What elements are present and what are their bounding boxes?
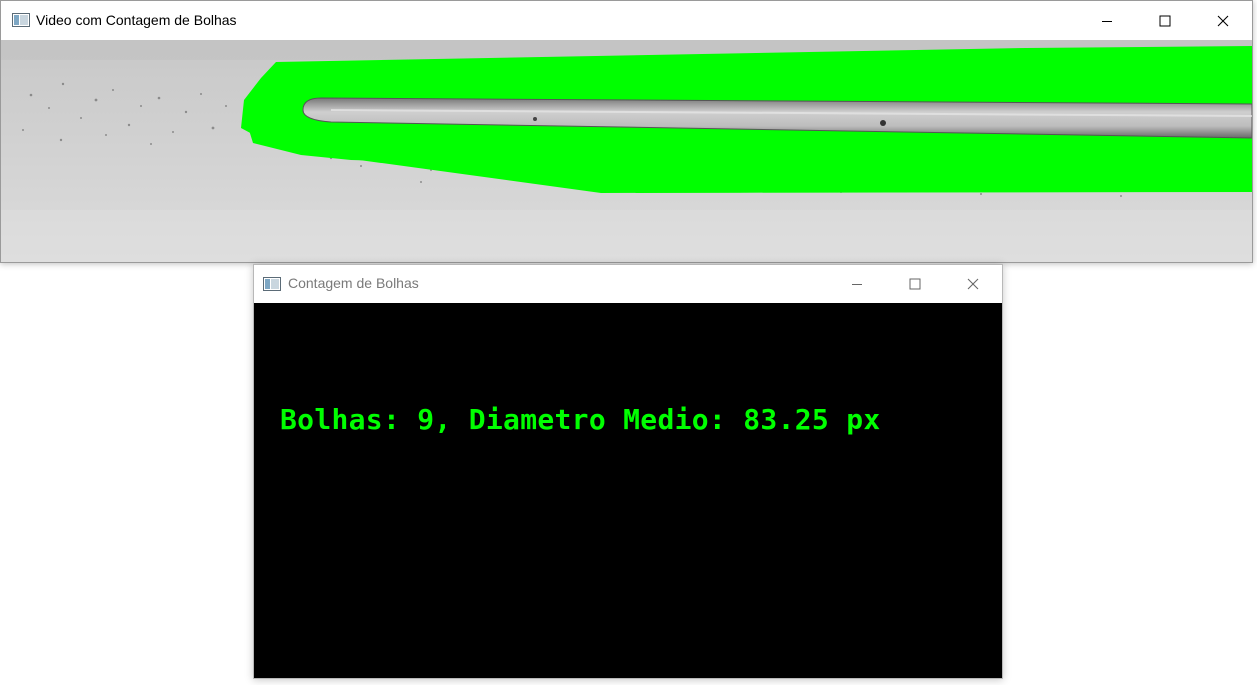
- minimize-button[interactable]: [1078, 1, 1136, 40]
- close-button[interactable]: [944, 265, 1002, 303]
- close-icon: [1217, 15, 1229, 26]
- minimize-icon: [1102, 20, 1112, 22]
- minimize-icon: [852, 284, 862, 285]
- count-window: Contagem de Bolhas Bolhas: 9, Diametro M…: [253, 264, 1003, 679]
- video-window-titlebar[interactable]: Video com Contagem de Bolhas: [1, 1, 1252, 40]
- app-icon: [12, 13, 30, 27]
- close-button[interactable]: [1194, 1, 1252, 40]
- minimize-button[interactable]: [828, 265, 886, 303]
- maximize-icon: [909, 278, 921, 290]
- maximize-button[interactable]: [1136, 1, 1194, 40]
- count-window-title: Contagem de Bolhas: [288, 275, 419, 291]
- count-window-titlebar[interactable]: Contagem de Bolhas: [254, 265, 1002, 303]
- video-window: Video com Contagem de Bolhas: [0, 0, 1253, 263]
- maximize-button[interactable]: [886, 265, 944, 303]
- video-window-title: Video com Contagem de Bolhas: [36, 12, 237, 28]
- bubble-marker: [880, 120, 886, 126]
- video-frame: [1, 40, 1252, 262]
- app-icon: [263, 277, 281, 291]
- bubble-count-readout: Bolhas: 9, Diametro Medio: 83.25 px: [280, 403, 881, 436]
- close-icon: [967, 278, 979, 290]
- count-canvas: Bolhas: 9, Diametro Medio: 83.25 px: [254, 303, 1002, 678]
- maximize-icon: [1159, 15, 1171, 26]
- bubble-marker: [533, 117, 537, 121]
